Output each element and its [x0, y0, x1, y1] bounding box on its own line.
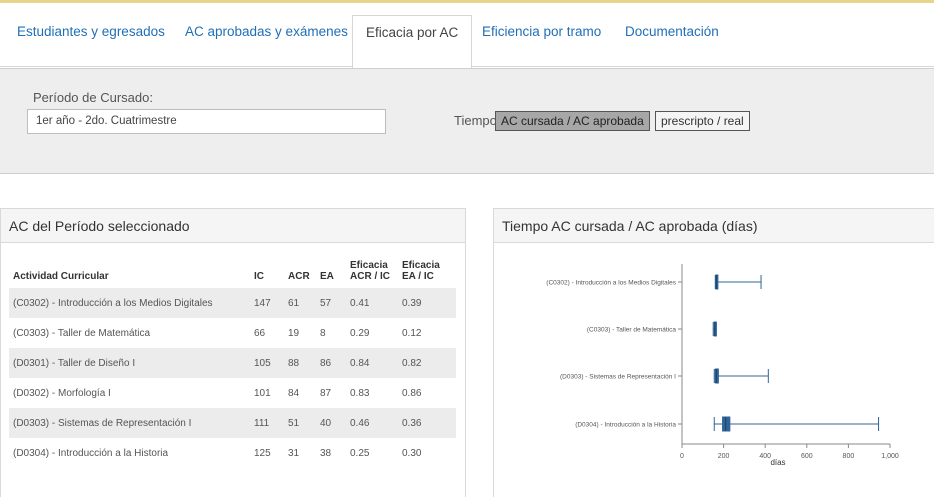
ac-period-panel-title: AC del Período seleccionado: [1, 209, 465, 243]
box-iqr: [714, 368, 719, 384]
cell-actividad: (D0302) - Morfología I: [13, 387, 111, 399]
tab-eficacia-por-ac[interactable]: Eficacia por AC: [352, 15, 473, 68]
cell-ic: 101: [254, 387, 271, 399]
cell-ea: 57: [316, 288, 346, 318]
cell-eficacia-acr-ic: 0.41: [346, 288, 398, 318]
tab-estudiantes-egresados[interactable]: Estudiantes y egresados: [17, 24, 165, 39]
cell-ic: 66: [254, 327, 266, 339]
filter-bar: Período de Cursado: 1er año - 2do. Cuatr…: [0, 68, 934, 174]
tiempo-boxplot-chart: 0 200 400 600 800 1,000 días (C0302) - Introduc…: [546, 264, 899, 467]
option-ac-cursada-aprobada[interactable]: AC cursada / AC aprobada: [495, 111, 650, 131]
col-header-actividad: Actividad Curricular: [13, 271, 109, 282]
y-category-label: (D0303) - Sistemas de Representación I: [560, 374, 676, 381]
tiempo-chart-title: Tiempo AC cursada / AC aprobada (días): [494, 209, 934, 243]
table-row: (D0303) - Sistemas de Representación I 1…: [9, 408, 456, 438]
y-category-label: (C0303) - Taller de Matemática: [587, 327, 676, 334]
tab-bar: Estudiantes y egresados AC aprobadas y e…: [0, 0, 934, 68]
cell-eficacia-ea-ic: 0.39: [398, 288, 456, 318]
tab-documentacion[interactable]: Documentación: [625, 24, 719, 39]
cell-eficacia-ea-ic: 0.12: [402, 327, 422, 339]
cell-acr: 31: [288, 447, 300, 459]
col-header-acr: ACR: [288, 271, 310, 282]
col-header-eficacia-acr-ic: Eficacia ACR / IC: [350, 260, 390, 282]
cell-ea: 8: [320, 327, 326, 339]
x-tick-label: 800: [843, 453, 855, 460]
cell-eficacia-acr-ic: 0.84: [346, 348, 398, 378]
cell-acr: 84: [288, 387, 300, 399]
cell-ea: 40: [316, 408, 346, 438]
x-tick-label: 1,000: [881, 453, 899, 460]
y-category-label: (D0304) - Introducción a la Historia: [575, 422, 676, 429]
cell-eficacia-ea-ic: 0.86: [402, 387, 422, 399]
col-header-eficacia-ea-ic: Eficacia EA / IC: [402, 260, 440, 282]
x-tick-label: 600: [801, 453, 813, 460]
ac-period-panel: AC del Período seleccionado Actividad Cu…: [0, 208, 466, 497]
top-accent-line: [0, 0, 934, 3]
cell-eficacia-ea-ic: 0.30: [402, 447, 422, 459]
tiempo-label: Tiempo:: [454, 113, 501, 128]
col-header-ic: IC: [254, 271, 264, 282]
cell-ic: 111: [250, 408, 284, 438]
cell-actividad: (C0303) - Taller de Matemática: [13, 327, 151, 339]
cell-actividad: (C0302) - Introducción a los Medios Digi…: [9, 288, 250, 318]
cell-eficacia-acr-ic: 0.83: [350, 387, 370, 399]
cell-acr: 88: [284, 348, 316, 378]
table-row: (D0302) - Morfología I 101 84 87 0.83 0.…: [9, 378, 456, 408]
y-category-label: (C0302) - Introducción a los Medios Digi…: [546, 280, 676, 287]
period-label: Período de Cursado:: [33, 90, 153, 105]
cell-ea: 87: [320, 387, 332, 399]
col-header-ea: EA: [320, 271, 334, 282]
cell-eficacia-acr-ic: 0.25: [350, 447, 370, 459]
cell-actividad: (D0304) - Introducción a la Historia: [13, 447, 169, 459]
cell-ic: 125: [254, 447, 271, 459]
table-header-row: Actividad Curricular IC ACR EA Eficacia …: [9, 260, 456, 288]
x-tick-label: 200: [718, 453, 730, 460]
period-select[interactable]: 1er año - 2do. Cuatrimestre: [27, 109, 386, 134]
tab-ac-aprobadas-examenes[interactable]: AC aprobadas y exámenes: [185, 24, 348, 39]
x-axis-label: días: [770, 458, 785, 467]
box-iqr: [722, 416, 731, 432]
table-row: (C0302) - Introducción a los Medios Digi…: [9, 288, 456, 318]
cell-ea: 86: [316, 348, 346, 378]
ac-table: Actividad Curricular IC ACR EA Eficacia …: [9, 260, 456, 468]
cell-actividad: (D0303) - Sistemas de Representación I: [9, 408, 250, 438]
option-prescripto-real[interactable]: prescripto / real: [655, 111, 750, 131]
table-row: (D0304) - Introducción a la Historia 125…: [9, 438, 456, 468]
cell-ic: 147: [250, 288, 284, 318]
cell-acr: 61: [284, 288, 316, 318]
cell-eficacia-acr-ic: 0.46: [346, 408, 398, 438]
x-tick-label: 0: [680, 453, 684, 460]
table-row: (D0301) - Taller de Diseño I 105 88 86 0…: [9, 348, 456, 378]
cell-ea: 38: [320, 447, 332, 459]
tab-eficiencia-por-tramo[interactable]: Eficiencia por tramo: [482, 24, 601, 39]
cell-acr: 51: [284, 408, 316, 438]
cell-actividad: (D0301) - Taller de Diseño I: [9, 348, 250, 378]
cell-eficacia-ea-ic: 0.82: [398, 348, 456, 378]
cell-eficacia-acr-ic: 0.29: [350, 327, 370, 339]
cell-ic: 105: [250, 348, 284, 378]
table-row: (C0303) - Taller de Matemática 66 19 8 0…: [9, 318, 456, 348]
x-tick-label: 400: [759, 453, 771, 460]
cell-eficacia-ea-ic: 0.36: [398, 408, 456, 438]
cell-acr: 19: [288, 327, 300, 339]
tiempo-chart-panel: Tiempo AC cursada / AC aprobada (días) 0…: [493, 208, 934, 497]
